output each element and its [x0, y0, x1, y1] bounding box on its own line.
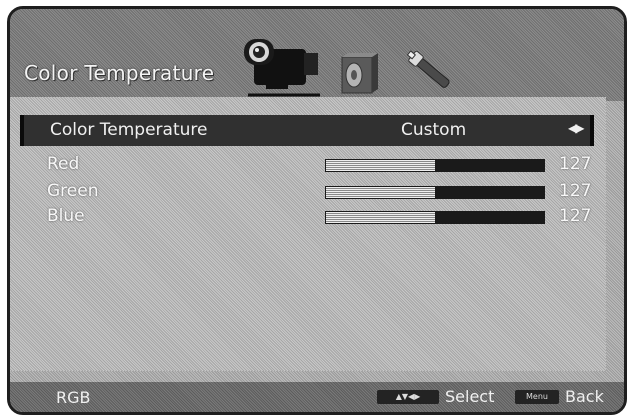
menu-footer: RGB ▲▼◀▶ Select Menu Back [10, 382, 624, 412]
green-value: 127 [559, 181, 592, 201]
green-slider[interactable] [325, 186, 545, 199]
blue-slider-fill [326, 212, 435, 223]
blue-adjustment-row[interactable]: Blue 127 [47, 206, 607, 228]
blue-label: Blue [47, 206, 85, 226]
left-right-arrow-icon[interactable]: ◀▶ [568, 121, 585, 135]
back-hint: Back [565, 387, 604, 406]
select-hint: Select [445, 387, 495, 406]
wrench-icon[interactable] [402, 43, 460, 101]
red-slider[interactable] [325, 159, 545, 172]
footer-mode-label: RGB [56, 388, 91, 407]
color-temperature-selector[interactable]: Color Temperature Custom ◀▶ [20, 115, 594, 146]
green-adjustment-row[interactable]: Green 127 [47, 181, 607, 203]
red-adjustment-row[interactable]: Red 127 [47, 154, 607, 176]
nav-keys-hint: ▲▼◀▶ [377, 390, 439, 404]
menu-header: Color Temperature [10, 9, 624, 101]
setting-label: Color Temperature [50, 120, 208, 140]
red-slider-fill [326, 160, 435, 171]
menu-key-hint: Menu [515, 390, 559, 404]
red-value: 127 [559, 154, 592, 174]
red-label: Red [47, 154, 80, 174]
green-label: Green [47, 181, 99, 201]
camcorder-icon[interactable] [240, 29, 324, 99]
green-slider-fill [326, 187, 435, 198]
speaker-icon[interactable] [332, 51, 380, 99]
blue-value: 127 [559, 206, 592, 226]
blue-slider[interactable] [325, 211, 545, 224]
page-title: Color Temperature [24, 61, 215, 85]
setting-value: Custom [401, 120, 467, 140]
